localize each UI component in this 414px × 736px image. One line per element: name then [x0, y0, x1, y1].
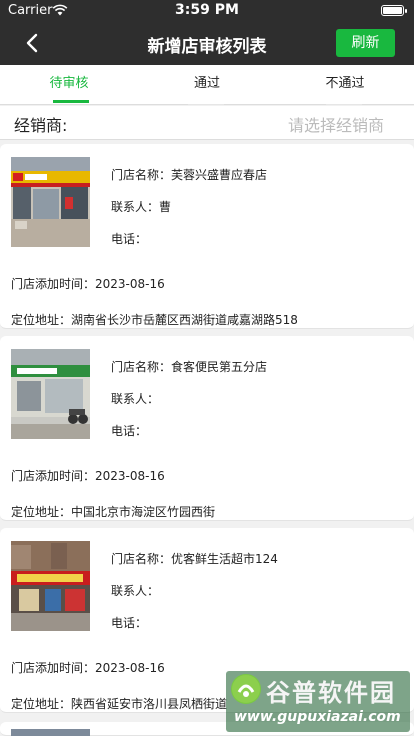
store-contact: 联系人：: [111, 392, 160, 406]
tab-pending-label: 待审核: [49, 76, 89, 91]
tab-pending[interactable]: 待审核: [0, 65, 138, 105]
store-photo[interactable]: [11, 729, 90, 736]
store-card[interactable]: 门店名称：食客便民第五分店 联系人： 电话： 门店添加时间：2023-08-16…: [0, 336, 414, 521]
store-added-date: 门店添加时间：2023-08-16: [11, 661, 165, 675]
store-added-date: 门店添加时间：2023-08-16: [11, 277, 165, 291]
store-address: 定位地址：陕西省延安市洛川县凤栖街道: [11, 697, 228, 711]
tab-rejected[interactable]: 不通过: [276, 65, 414, 105]
store-photo[interactable]: [11, 541, 90, 631]
store-name: 门店名称：优客鲜生活超市124: [111, 552, 278, 566]
refresh-button[interactable]: 刷新: [336, 29, 395, 57]
store-contact: 联系人：: [111, 584, 160, 598]
store-name: 门店名称：食客便民第五分店: [111, 360, 268, 374]
nav-bar: 新增店审核列表 刷新: [0, 22, 414, 65]
tab-rejected-label: 不通过: [325, 76, 365, 91]
store-address: 定位地址：中国北京市海淀区竹园西街: [11, 505, 216, 519]
watermark-name: 谷普软件园: [266, 679, 396, 707]
store-address: 定位地址：湖南省长沙市岳麓区西湖街道咸嘉湖路518: [11, 313, 298, 327]
tab-bar: 待审核 通过 不通过: [0, 65, 414, 105]
status-bar: Carrier 3:59 PM: [0, 0, 414, 22]
store-photo[interactable]: [11, 349, 90, 439]
dealer-selector[interactable]: 经销商: 请选择经销商: [0, 106, 414, 140]
store-phone: 电话：: [111, 616, 148, 630]
watermark-logo-icon: [231, 674, 261, 704]
store-phone: 电话：: [111, 232, 148, 246]
tab-divider: [326, 104, 362, 105]
battery-icon: [381, 5, 407, 16]
store-added-date: 门店添加时间：2023-08-16: [11, 469, 165, 483]
active-tab-indicator: [53, 100, 89, 103]
tab-approved-label: 通过: [193, 76, 220, 91]
watermark: 谷普软件园 www.gupuxiazai.com: [226, 671, 410, 732]
store-name: 门店名称：芙蓉兴盛曹应春店: [111, 168, 268, 182]
store-contact: 联系人：曹: [111, 200, 172, 214]
dealer-placeholder[interactable]: 请选择经销商: [288, 112, 384, 136]
watermark-url: www.gupuxiazai.com: [234, 709, 401, 725]
tab-approved[interactable]: 通过: [138, 65, 276, 105]
clock: 3:59 PM: [175, 2, 239, 18]
store-photo[interactable]: [11, 157, 90, 247]
tab-divider: [188, 104, 224, 105]
store-card[interactable]: 门店名称：芙蓉兴盛曹应春店 联系人：曹 电话： 门店添加时间：2023-08-1…: [0, 144, 414, 329]
dealer-label: 经销商:: [14, 116, 68, 135]
store-phone: 电话：: [111, 424, 148, 438]
